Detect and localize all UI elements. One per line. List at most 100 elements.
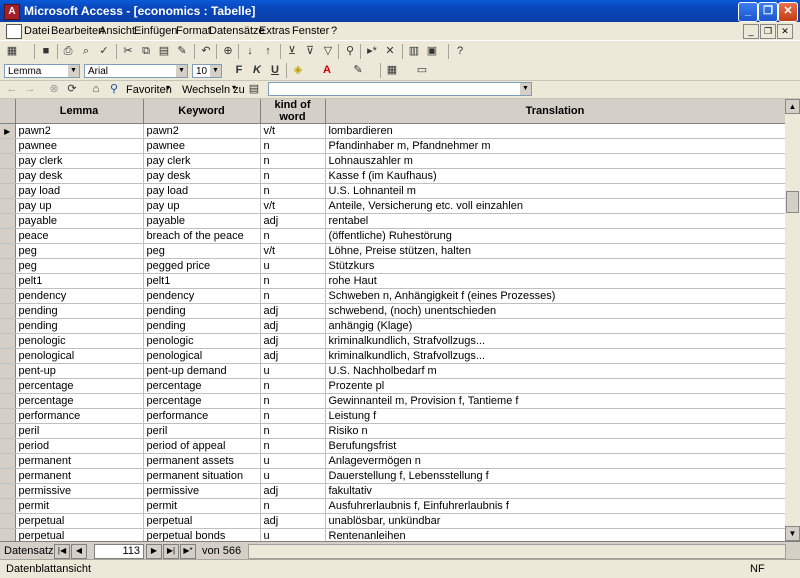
cell-keyword[interactable]: pay desk — [143, 168, 261, 184]
record-selector[interactable] — [0, 183, 16, 199]
record-selector[interactable] — [0, 513, 16, 529]
table-row[interactable]: permanent permanent assets u Anlagevermögen… — [0, 453, 785, 469]
cell-kind-of-word[interactable]: v/t — [260, 243, 326, 259]
cell-keyword[interactable]: pay load — [143, 183, 261, 199]
cell-kind-of-word[interactable]: n — [260, 423, 326, 439]
table-row[interactable]: period period of appeal n Berufungsfrist — [0, 438, 785, 454]
table-row[interactable]: pending pending adj schwebend, (noch) unent… — [0, 303, 785, 319]
cell-translation[interactable]: Anlagevermögen n — [325, 453, 785, 469]
table-row[interactable]: pay clerk pay clerk n Lohnauszahler m — [0, 153, 785, 169]
record-selector[interactable] — [0, 453, 16, 469]
bold-button[interactable]: F — [231, 63, 247, 78]
cell-lemma[interactable]: percentage — [15, 378, 144, 394]
menu-datei[interactable]: Datei — [24, 25, 50, 37]
gridlines-icon[interactable]: ▦ — [384, 63, 400, 78]
cell-lemma[interactable]: permissive — [15, 483, 144, 499]
cell-kind-of-word[interactable]: adj — [260, 483, 326, 499]
record-selector[interactable] — [0, 498, 16, 514]
refresh-icon[interactable]: ⟳ — [64, 82, 80, 97]
last-record-icon[interactable]: ▶| — [163, 544, 179, 559]
apply-filter-icon[interactable]: ▽ — [320, 44, 336, 59]
cell-keyword[interactable]: pending — [143, 318, 261, 334]
maximize-button[interactable]: ❐ — [758, 2, 778, 22]
cell-translation[interactable]: Berufungsfrist — [325, 438, 785, 454]
mdi-close-button[interactable]: ✕ — [777, 24, 793, 39]
record-selector[interactable] — [0, 318, 16, 334]
cell-translation[interactable]: Pfandinhaber m, Pfandnehmer m — [325, 138, 785, 154]
spellcheck-icon[interactable]: ✓ — [96, 44, 112, 59]
cell-kind-of-word[interactable]: u — [260, 258, 326, 274]
back-icon[interactable]: ← — [4, 82, 20, 97]
column-header-lemma[interactable]: Lemma — [15, 99, 144, 124]
cell-lemma[interactable]: pay desk — [15, 168, 144, 184]
cell-translation[interactable]: Rentenanleihen — [325, 528, 785, 541]
table-row[interactable]: payable payable adj rentabel — [0, 213, 785, 229]
scroll-thumb[interactable] — [786, 191, 799, 213]
record-selector[interactable] — [0, 258, 16, 274]
cell-translation[interactable]: Schweben n, Anhängigkeit f (eines Prozes… — [325, 288, 785, 304]
cell-lemma[interactable]: pay clerk — [15, 153, 144, 169]
menu-ansicht[interactable]: Ansicht — [99, 25, 135, 37]
menu-fenster[interactable]: Fenster — [292, 25, 329, 37]
column-header-translation[interactable]: Translation — [325, 99, 785, 124]
search-web-icon[interactable]: ⚲ — [106, 82, 122, 97]
table-row[interactable]: penological penological adj kriminalkundlic… — [0, 348, 785, 364]
table-row[interactable]: pendency pendency n Schweben n, Anhängigkei… — [0, 288, 785, 304]
cell-translation[interactable]: Gewinnanteil m, Provision f, Tantieme f — [325, 393, 785, 409]
table-row[interactable]: perpetual perpetual bonds u Rentenanleihen — [0, 528, 785, 541]
cell-keyword[interactable]: pending — [143, 303, 261, 319]
cell-keyword[interactable]: pegged price — [143, 258, 261, 274]
cell-lemma[interactable]: pent-up — [15, 363, 144, 379]
table-row[interactable]: performance performance n Leistung f — [0, 408, 785, 424]
previous-record-icon[interactable]: ◀ — [71, 544, 87, 559]
cell-lemma[interactable]: peg — [15, 258, 144, 274]
table-document-icon[interactable] — [6, 24, 22, 39]
cell-kind-of-word[interactable]: adj — [260, 513, 326, 529]
cell-kind-of-word[interactable]: n — [260, 153, 326, 169]
cell-translation[interactable]: U.S. Lohnanteil m — [325, 183, 785, 199]
table-row[interactable]: permanent permanent situation u Dauerstellu… — [0, 468, 785, 484]
cell-lemma[interactable]: performance — [15, 408, 144, 424]
menu-extras[interactable]: Extras — [259, 25, 290, 37]
cell-translation[interactable]: rentabel — [325, 213, 785, 229]
stop-icon[interactable]: ⊗ — [46, 82, 62, 97]
table-row[interactable]: pay desk pay desk n Kasse f (im Kaufhaus) — [0, 168, 785, 184]
forward-icon[interactable]: → — [22, 82, 38, 97]
menu-datensaetze[interactable]: Datensätze — [209, 25, 265, 37]
table-row[interactable]: peg pegged price u Stützkurs — [0, 258, 785, 274]
cell-kind-of-word[interactable]: u — [260, 528, 326, 541]
cell-keyword[interactable]: pawnee — [143, 138, 261, 154]
new-record-nav-icon[interactable]: ▶* — [180, 544, 196, 559]
cell-kind-of-word[interactable]: n — [260, 378, 326, 394]
menu-bearbeiten[interactable]: Bearbeiten — [51, 25, 104, 37]
record-selector[interactable] — [0, 393, 16, 409]
cell-lemma[interactable]: penological — [15, 348, 144, 364]
cell-lemma[interactable]: pending — [15, 303, 144, 319]
cell-keyword[interactable]: payable — [143, 213, 261, 229]
table-row[interactable]: peg peg v/t Löhne, Preise stützen, halten — [0, 243, 785, 259]
cell-translation[interactable]: kriminalkundlich, Strafvollzugs... — [325, 348, 785, 364]
cell-kind-of-word[interactable]: u — [260, 468, 326, 484]
cell-translation[interactable]: kriminalkundlich, Strafvollzugs... — [325, 333, 785, 349]
cell-translation[interactable]: unablösbar, unkündbar — [325, 513, 785, 529]
menu-einfuegen[interactable]: Einfügen — [134, 25, 177, 37]
cell-keyword[interactable]: permit — [143, 498, 261, 514]
cell-keyword[interactable]: pendency — [143, 288, 261, 304]
scroll-down-icon[interactable]: ▼ — [785, 526, 800, 541]
record-selector[interactable] — [0, 153, 16, 169]
paste-icon[interactable]: ▤ — [156, 44, 172, 59]
fill-color-icon[interactable]: ◈ — [290, 63, 306, 78]
cell-lemma[interactable]: pendency — [15, 288, 144, 304]
record-selector[interactable] — [0, 483, 16, 499]
cell-keyword[interactable]: pawn2 — [143, 123, 261, 139]
table-row[interactable]: pay load pay load n U.S. Lohnanteil m — [0, 183, 785, 199]
cell-keyword[interactable]: pay clerk — [143, 153, 261, 169]
table-row[interactable]: pent-up pent-up demand u U.S. Nachholbedarf… — [0, 363, 785, 379]
record-selector[interactable] — [0, 303, 16, 319]
cell-keyword[interactable]: permissive — [143, 483, 261, 499]
cell-keyword[interactable]: pent-up demand — [143, 363, 261, 379]
cell-kind-of-word[interactable]: n — [260, 288, 326, 304]
cell-kind-of-word[interactable]: adj — [260, 333, 326, 349]
record-selector[interactable]: ▶ — [0, 123, 16, 139]
cell-translation[interactable]: schwebend, (noch) unentschieden — [325, 303, 785, 319]
